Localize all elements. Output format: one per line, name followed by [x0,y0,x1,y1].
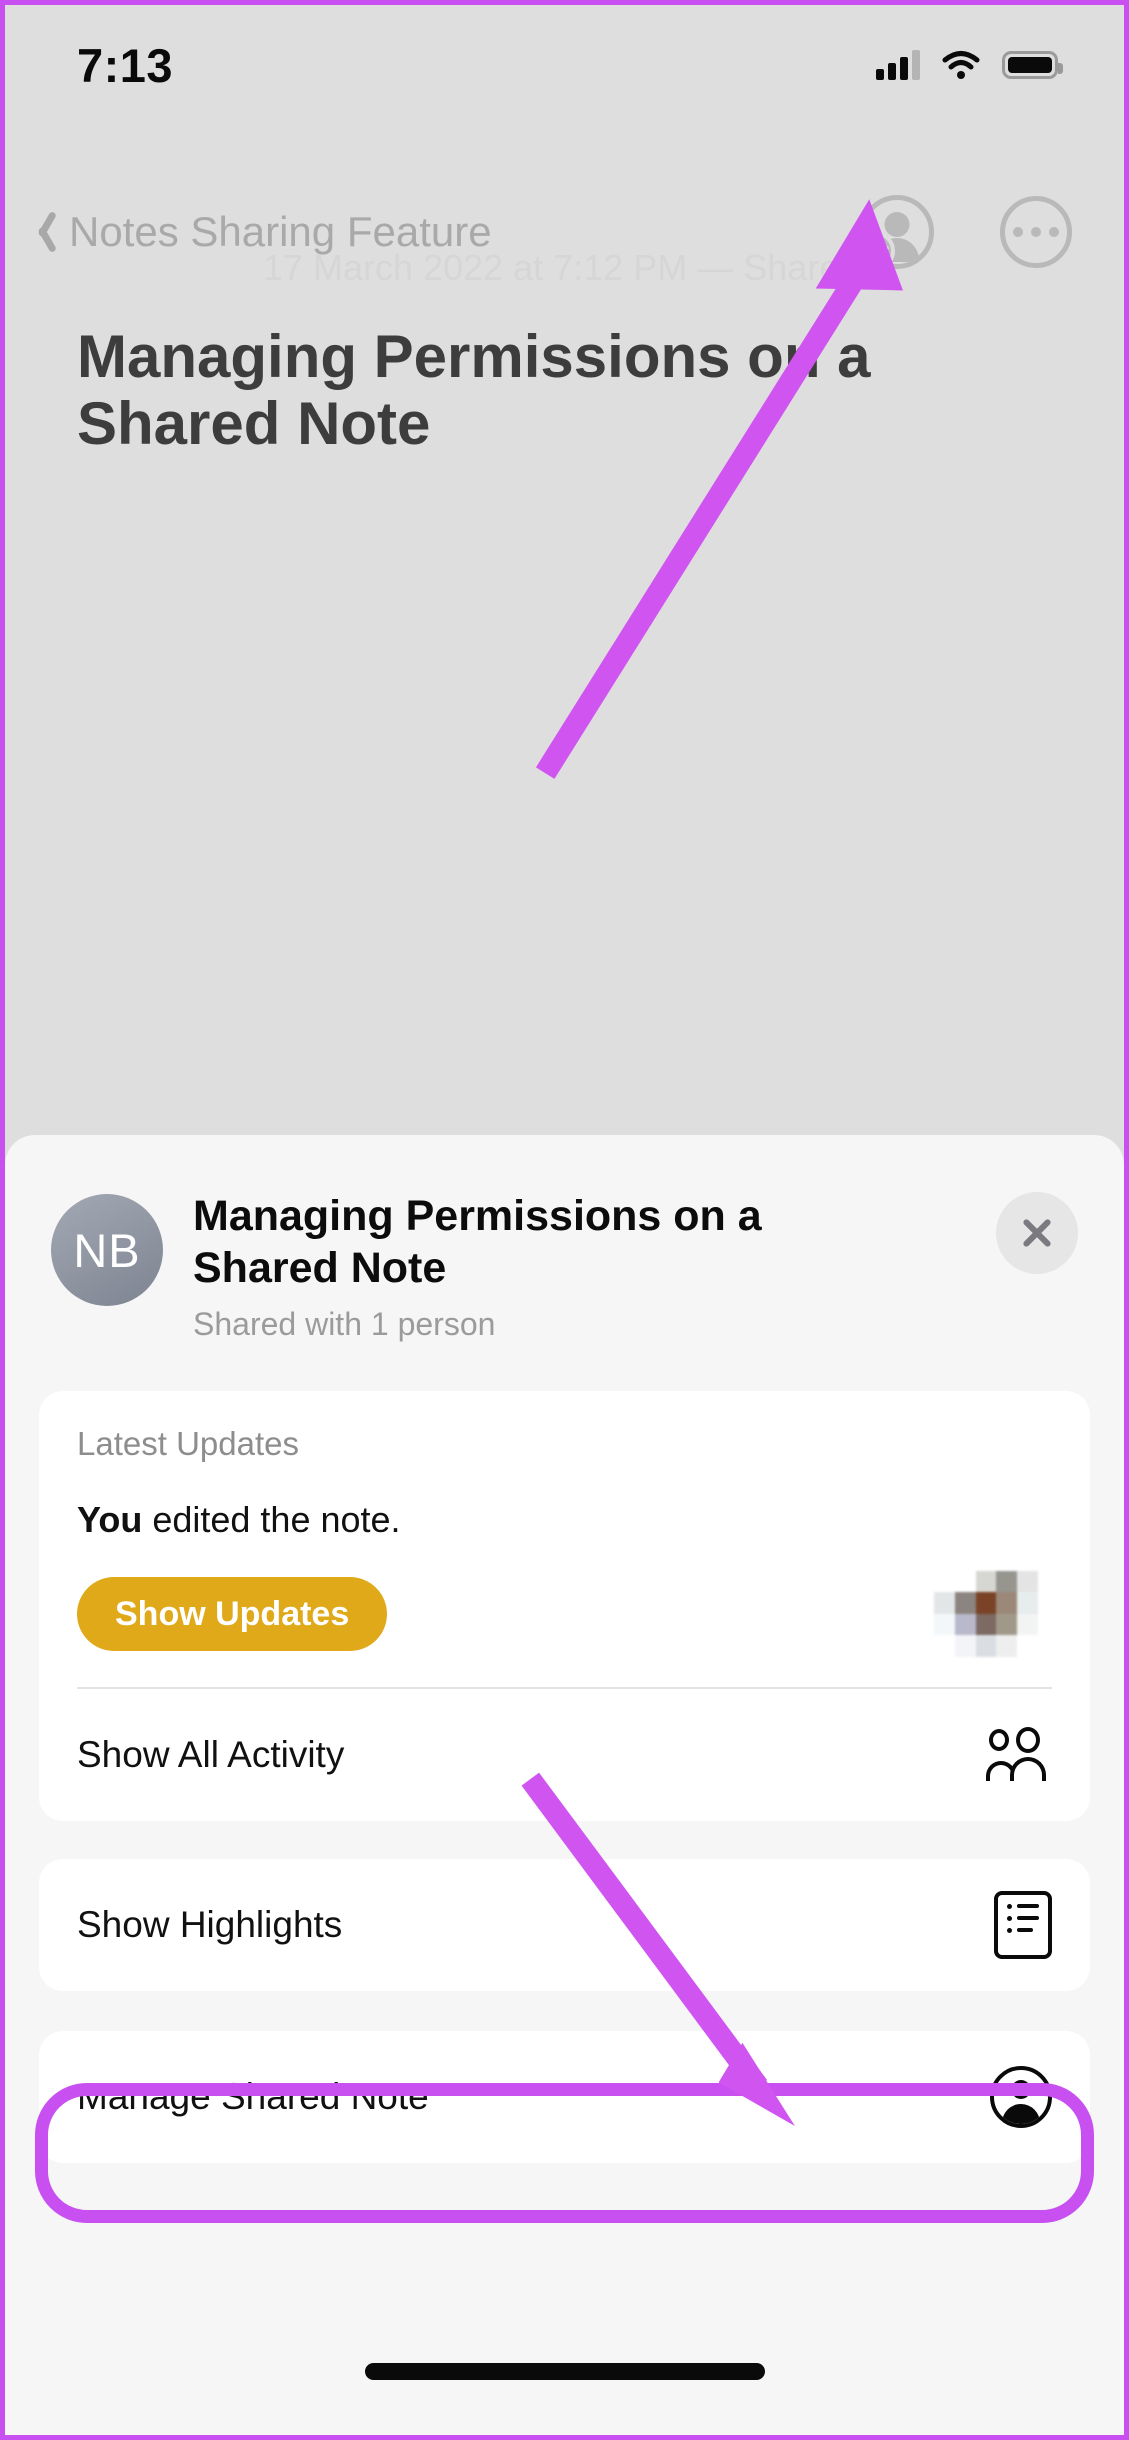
ellipsis-circle-icon[interactable] [1000,196,1072,268]
status-icons [876,50,1063,80]
row-manage-shared-note[interactable]: Manage Shared Note [39,2031,1090,2163]
avatar: NB [51,1194,163,1306]
latest-updates-action: edited the note. [142,1498,401,1540]
share-sheet: NB Managing Permissions on a Shared Note… [5,1135,1124,2435]
row-show-all-activity[interactable]: Show All Activity [39,1689,1090,1821]
latest-updates-card: Latest Updates You edited the note. Show… [39,1390,1090,1821]
row-show-highlights[interactable]: Show Highlights [39,1859,1090,1991]
sheet-subtitle: Shared with 1 person [193,1305,496,1342]
blurred-note-thumbnail[interactable] [934,1570,1038,1657]
show-updates-button[interactable]: Show Updates [77,1576,388,1651]
show-highlights-card[interactable]: Show Highlights [39,1858,1090,1991]
chevron-left-icon [27,209,55,255]
manage-shared-note-card[interactable]: Manage Shared Note [39,2030,1090,2163]
phone-screen: 7:13 Notes Sharing Feature 17 March 2022… [0,0,1129,2440]
status-bar: 7:13 [5,5,1124,125]
show-updates-row: Show Updates [39,1570,1090,1657]
row-label: Manage Shared Note [77,2075,429,2117]
navigation-actions [855,195,1072,271]
latest-updates-label: Latest Updates [77,1424,299,1462]
sheet-header: NB Managing Permissions on a Shared Note… [5,1135,1124,1343]
row-label: Show All Activity [77,1733,345,1775]
close-button[interactable] [996,1192,1078,1274]
note-meta: 17 March 2022 at 7:12 PM — Shared [263,247,860,288]
wifi-icon [942,51,980,79]
signal-bars-icon [876,50,920,80]
latest-updates-body: Latest Updates You edited the note. [39,1391,1090,1541]
sheet-header-text: Managing Permissions on a Shared Note Sh… [193,1190,996,1343]
home-indicator [364,2363,765,2380]
battery-icon [1002,51,1063,79]
sheet-title: Managing Permissions on a Shared Note [193,1192,762,1293]
list-document-icon [994,1890,1052,1959]
person-circle-icon [990,2065,1052,2128]
people-icon [986,1726,1052,1781]
latest-updates-actor: You [77,1498,143,1540]
row-label: Show Highlights [77,1903,343,1945]
note-title: Managing Permissions on a Shared Note [77,323,871,458]
person-checkmark-icon[interactable] [855,195,934,271]
status-time: 7:13 [77,38,174,92]
latest-updates-message: You edited the note. [77,1499,1052,1541]
